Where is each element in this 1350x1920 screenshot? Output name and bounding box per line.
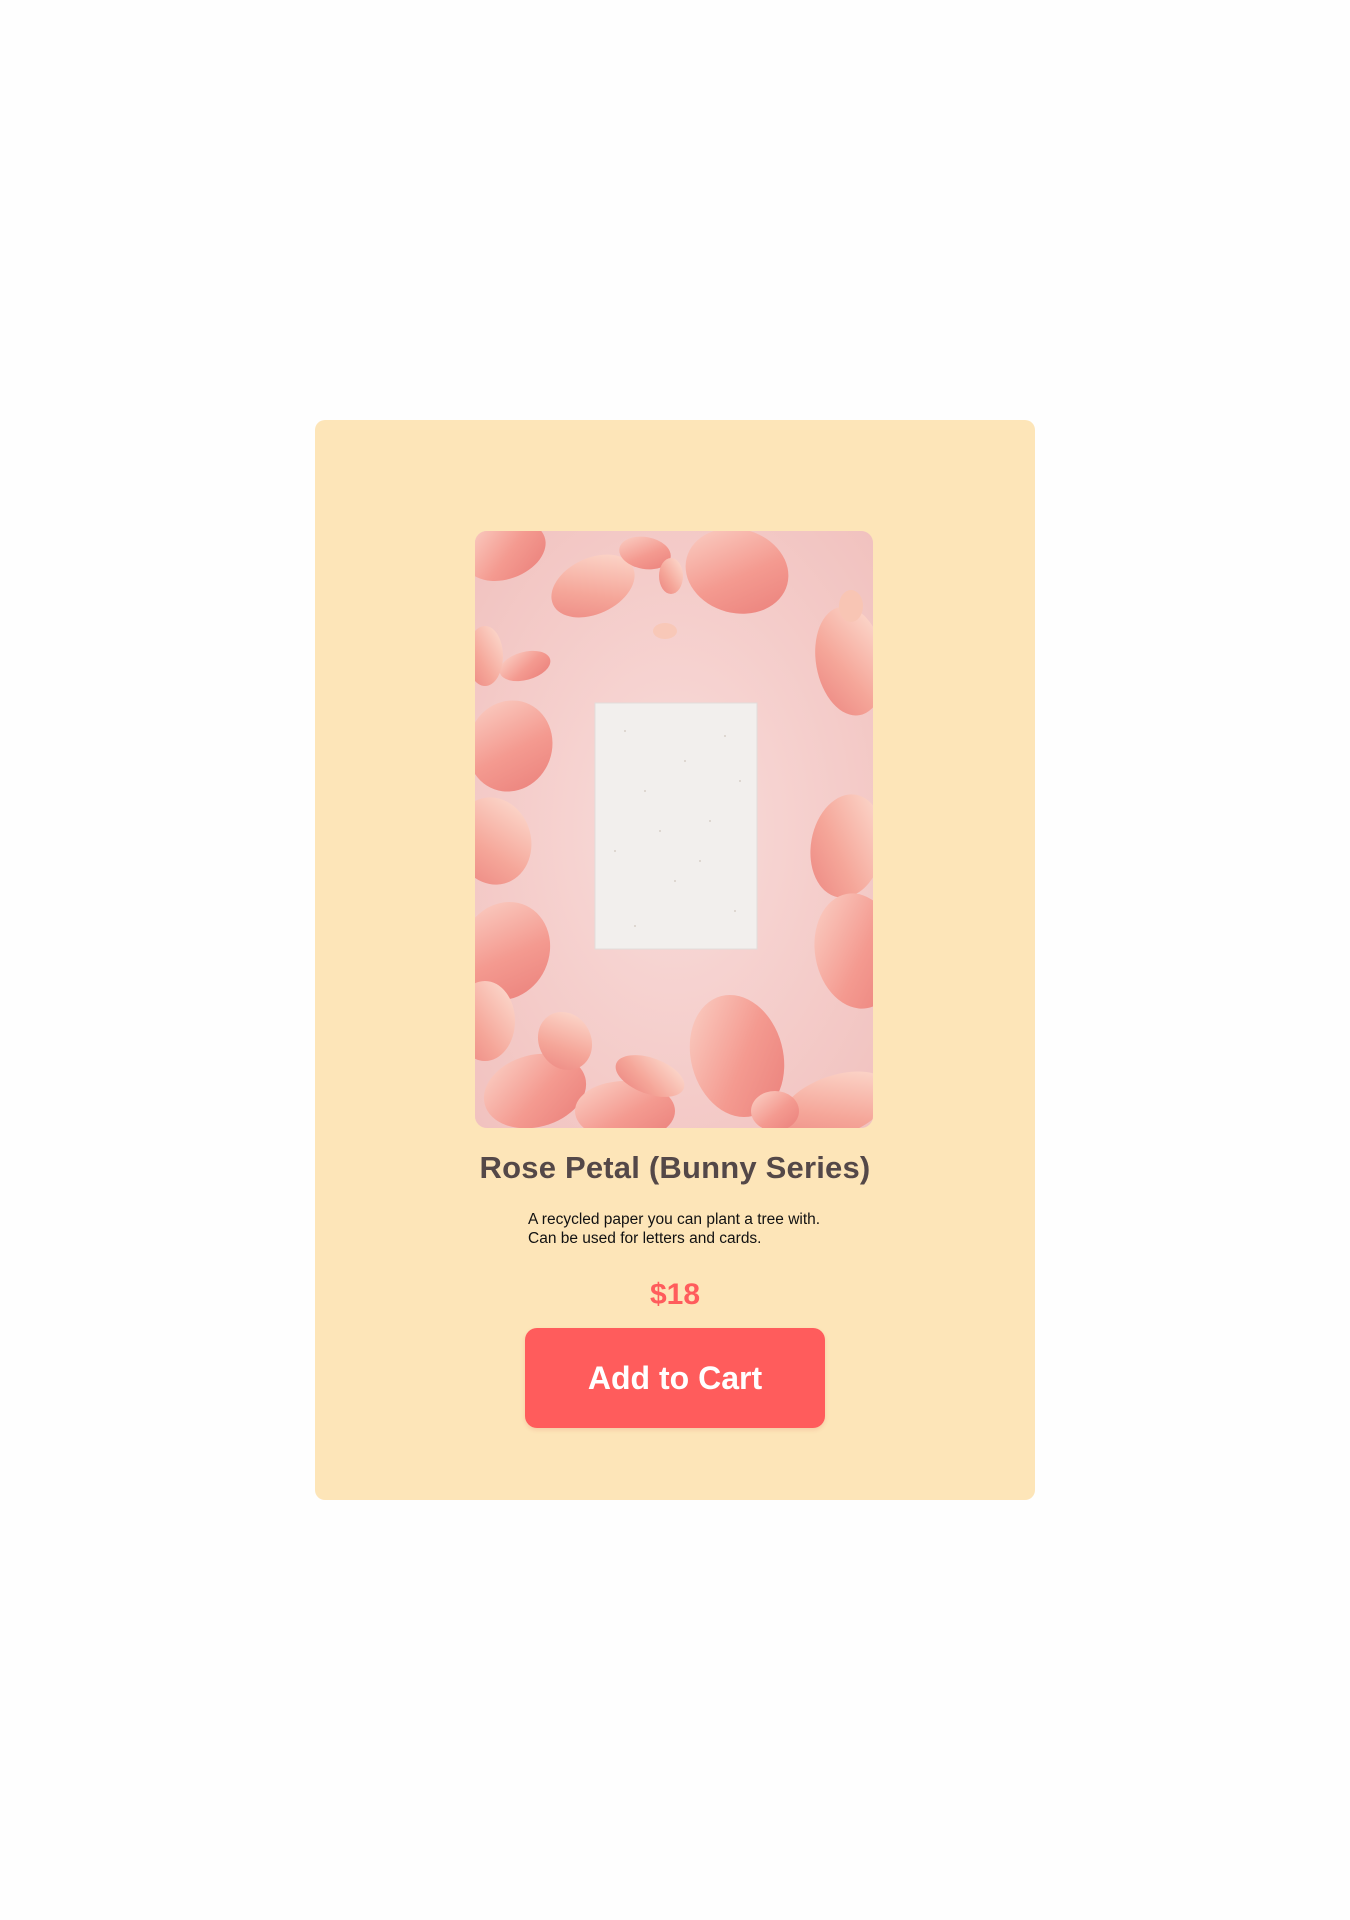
product-title: Rose Petal (Bunny Series) [479, 1150, 871, 1185]
product-description: A recycled paper you can plant a tree wi… [528, 1211, 821, 1247]
rose-petal-photo [475, 531, 873, 1128]
product-image [475, 531, 873, 1128]
product-card: Rose Petal (Bunny Series) A recycled pap… [315, 420, 1035, 1500]
add-to-cart-button[interactable]: Add to Cart [525, 1328, 825, 1428]
product-price: $18 [649, 1278, 701, 1311]
